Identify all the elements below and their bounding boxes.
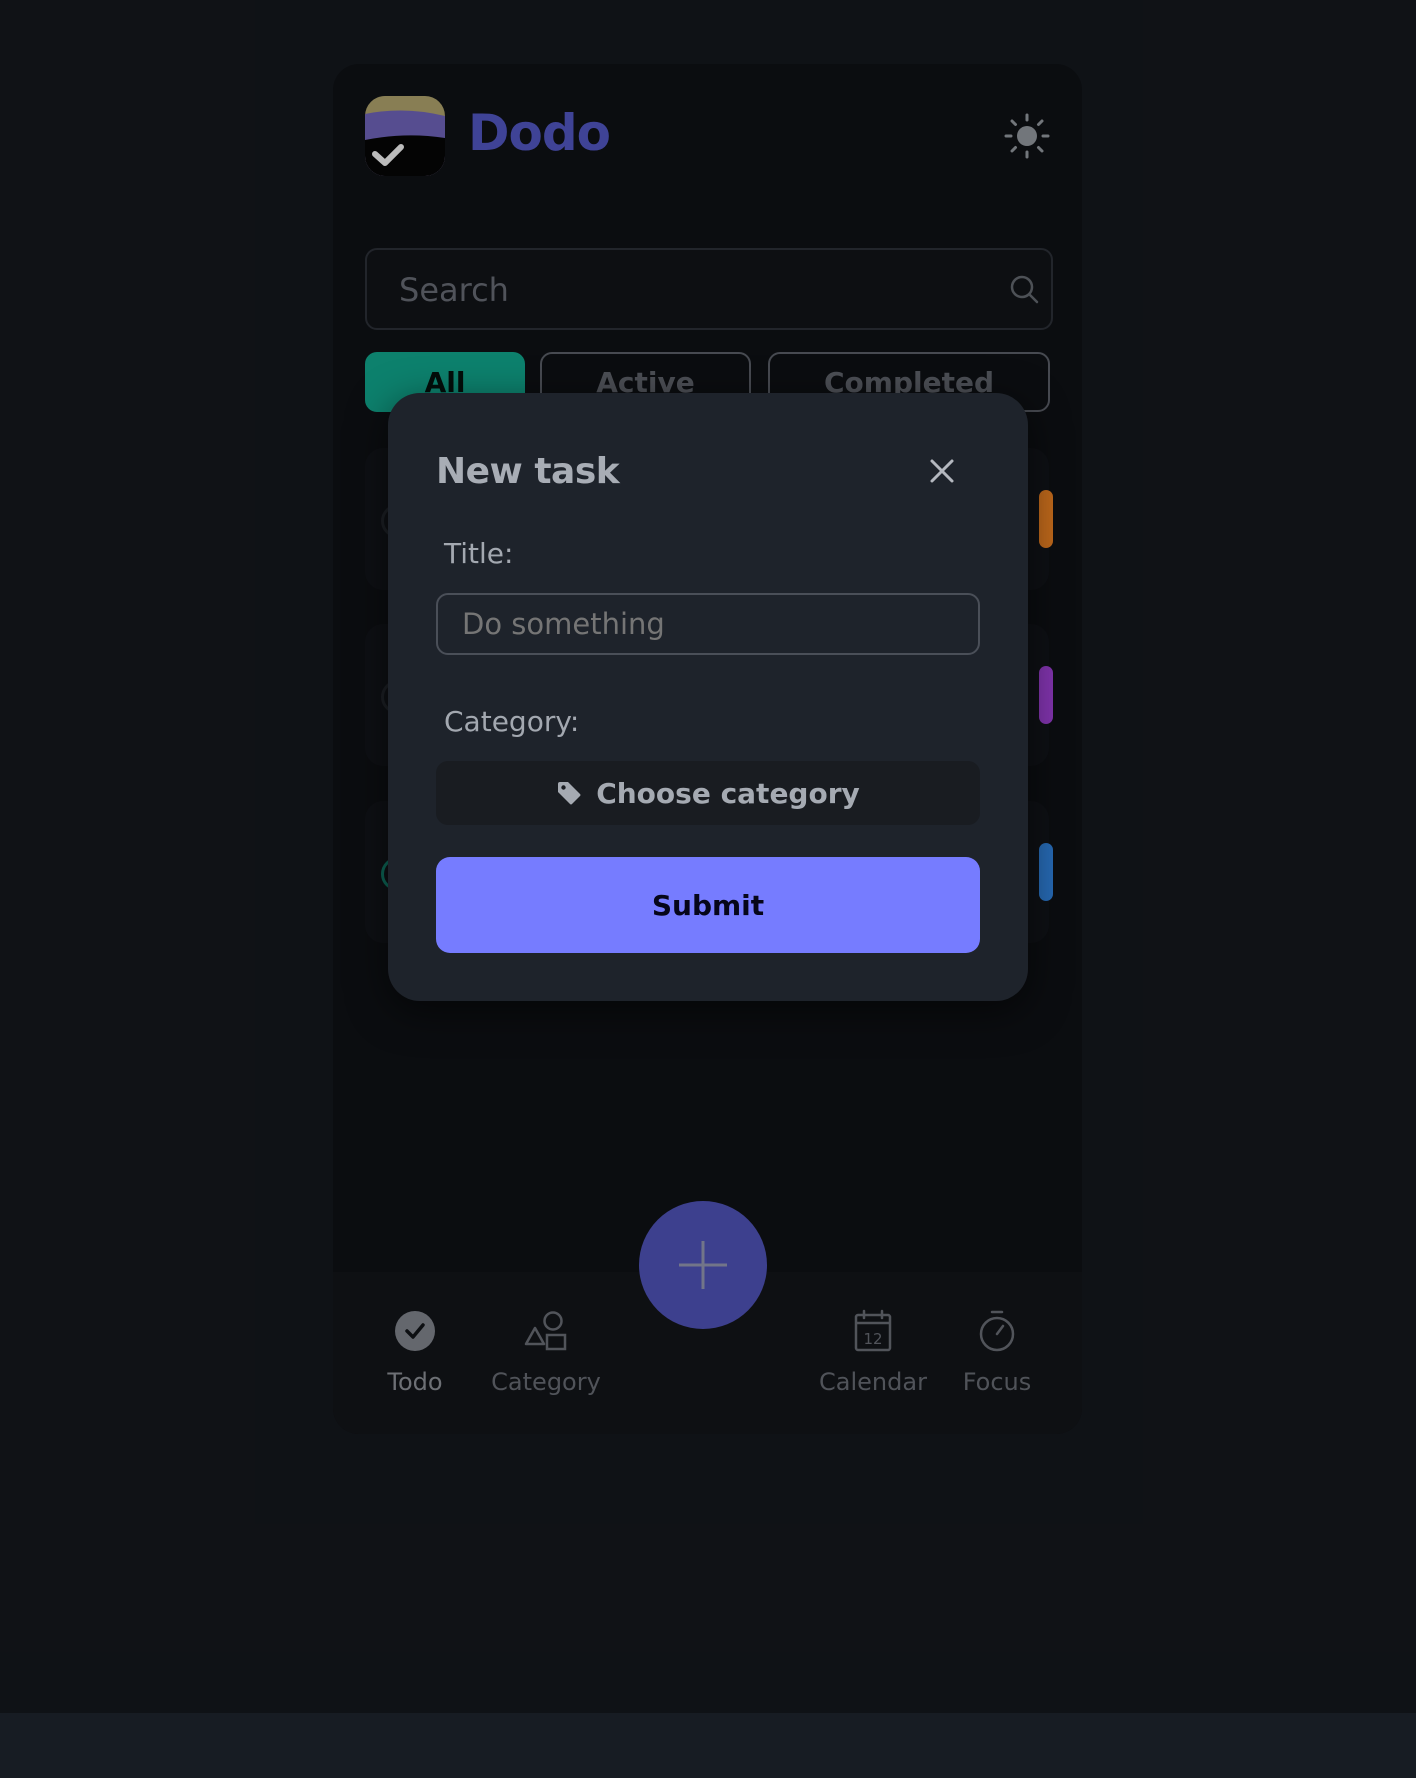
new-task-dialog: New task Title: Category: Choose categor… — [388, 393, 1028, 1001]
choose-category-button[interactable]: Choose category — [436, 761, 980, 825]
submit-button[interactable]: Submit — [436, 857, 980, 953]
task-title-field[interactable] — [436, 593, 980, 655]
dialog-title: New task — [436, 451, 620, 492]
choose-category-label: Choose category — [596, 776, 860, 810]
title-label: Title: — [444, 537, 514, 570]
tag-icon — [558, 782, 581, 805]
category-label: Category: — [444, 705, 580, 738]
close-icon[interactable] — [926, 455, 958, 487]
